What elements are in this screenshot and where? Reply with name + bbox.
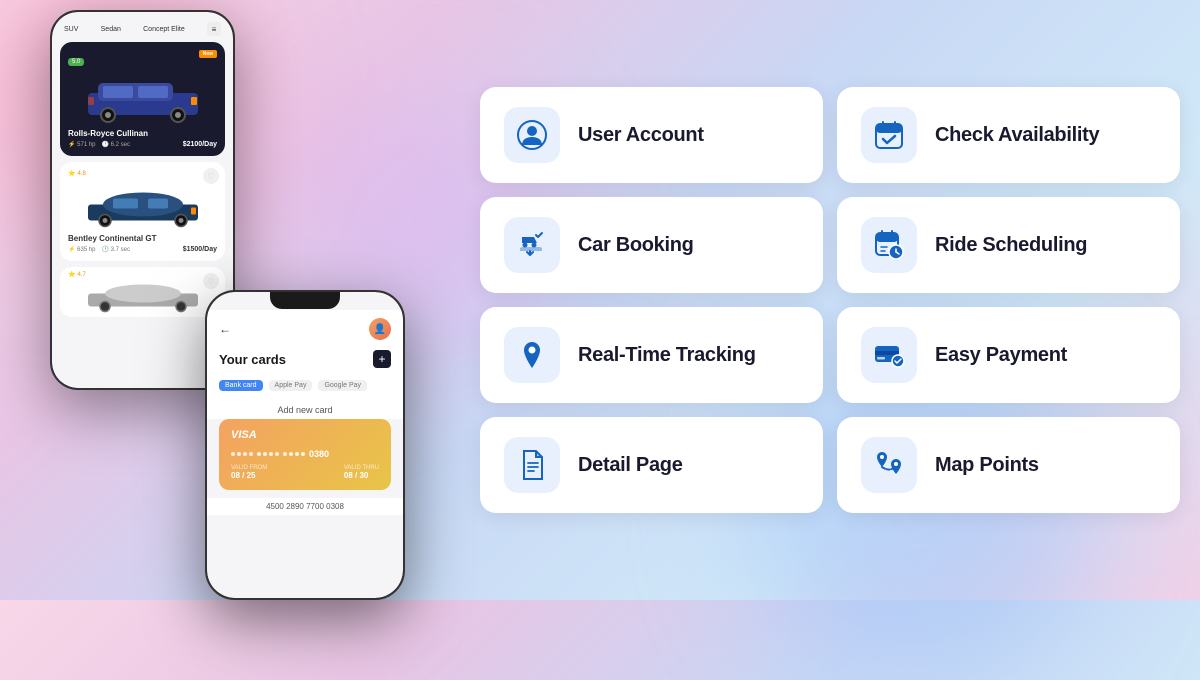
location-pin-icon (516, 339, 548, 371)
card-dates: VALID FROM 08 / 25 VALID THRU 08 / 30 (231, 465, 379, 480)
feature-user-account-label: User Account (578, 124, 704, 147)
tab-bank-card[interactable]: Bank card (219, 380, 263, 391)
bentley-rating: ⭐ 4.8 (68, 170, 217, 177)
card-tabs: Bank card Apple Pay Google Pay (207, 374, 403, 397)
feature-detail-page[interactable]: Detail Page (480, 417, 823, 513)
car-card-bentley[interactable]: ♡ ⭐ 4.8 Bentle (60, 162, 225, 261)
rolls-royce-image (68, 70, 217, 125)
feature-detail-page-label: Detail Page (578, 454, 683, 477)
rolls-royce-specs: ⚡ 571 hp 🕐 6.2 sec $2100/Day (68, 141, 217, 148)
favorite-icon[interactable]: ♡ (203, 168, 219, 184)
menu-icon[interactable]: ≡ (207, 22, 221, 36)
tab-google-pay[interactable]: Google Pay (318, 380, 367, 391)
phone1-tab-concept[interactable]: Concept Elite (143, 26, 185, 33)
feature-user-account[interactable]: User Account (480, 87, 823, 183)
map-points-icon-wrapper (861, 437, 917, 493)
easy-payment-icon-wrapper (861, 327, 917, 383)
car-card-rolls-royce[interactable]: 5.0 New (60, 42, 225, 156)
phone-2: ← 👤 Your cards + Bank card Apple Pay Goo… (205, 290, 405, 600)
hand-car-icon (516, 229, 548, 261)
feature-check-availability[interactable]: Check Availability (837, 87, 1180, 183)
car-booking-icon-wrapper (504, 217, 560, 273)
phone2-header: ← 👤 (207, 310, 403, 344)
user-avatar: 👤 (369, 318, 391, 340)
bentley-specs: ⚡ 635 hp 🕐 3.7 sec $1500/Day (68, 246, 217, 253)
feature-ride-scheduling-label: Ride Scheduling (935, 234, 1087, 257)
user-account-icon-wrapper (504, 107, 560, 163)
favorite-icon-ghost[interactable]: ♡ (203, 273, 219, 289)
ghost-image (68, 278, 217, 313)
feature-map-points-label: Map Points (935, 454, 1039, 477)
phone1-top-bar: SUV Sedan Concept Elite ≡ (60, 20, 225, 38)
rolls-royce-name: Rolls-Royce Cullinan (68, 129, 217, 138)
feature-real-time-tracking[interactable]: Real-Time Tracking (480, 307, 823, 403)
ride-scheduling-icon-wrapper (861, 217, 917, 273)
card-valid-thru: 08 / 30 (344, 471, 379, 480)
feature-easy-payment-label: Easy Payment (935, 344, 1067, 367)
real-time-tracking-icon-wrapper (504, 327, 560, 383)
person-circle-icon (516, 119, 548, 151)
card-valid-from: 08 / 25 (231, 471, 267, 480)
calendar-check-icon (873, 119, 905, 151)
feature-car-booking[interactable]: Car Booking (480, 197, 823, 293)
back-arrow-icon[interactable]: ← (219, 322, 231, 336)
feature-easy-payment[interactable]: Easy Payment (837, 307, 1180, 403)
features-grid: User Account Check Availability (480, 87, 1180, 513)
check-availability-icon-wrapper (861, 107, 917, 163)
phone1-tab-suv[interactable]: SUV (64, 26, 78, 33)
cards-title-row: Your cards + (207, 344, 403, 374)
document-text-icon (516, 449, 548, 481)
rolls-royce-rating: 5.0 (68, 58, 84, 66)
tab-apple-pay[interactable]: Apple Pay (269, 380, 313, 391)
car-card-ghost[interactable]: ♡ ⭐ 4.7 (60, 267, 225, 317)
new-badge: New (199, 50, 217, 58)
add-card-button[interactable]: + (373, 350, 391, 368)
detail-page-icon-wrapper (504, 437, 560, 493)
visa-brand: VISA (231, 429, 379, 441)
feature-ride-scheduling[interactable]: Ride Scheduling (837, 197, 1180, 293)
calendar-clock-icon (873, 229, 905, 261)
visa-card[interactable]: VISA 0380 VALID FROM 08 (219, 419, 391, 490)
map-route-icon (873, 449, 905, 481)
card-number-dots: 0380 (231, 449, 379, 459)
feature-check-availability-label: Check Availability (935, 124, 1099, 147)
add-new-card-label: Add new card (207, 397, 403, 419)
feature-car-booking-label: Car Booking (578, 234, 694, 257)
bentley-image (68, 177, 217, 232)
feature-real-time-tracking-label: Real-Time Tracking (578, 344, 756, 367)
cards-title: Your cards (219, 352, 286, 367)
bentley-name: Bentley Continental GT (68, 234, 217, 243)
feature-map-points[interactable]: Map Points (837, 417, 1180, 513)
card-number-full: 4500 2890 7700 0308 (207, 498, 403, 515)
card-last-digits: 0380 (309, 449, 329, 459)
credit-card-check-icon (873, 339, 905, 371)
phone1-tab-sedan[interactable]: Sedan (101, 26, 121, 33)
phones-area: SUV Sedan Concept Elite ≡ 5.0 New (30, 0, 460, 600)
